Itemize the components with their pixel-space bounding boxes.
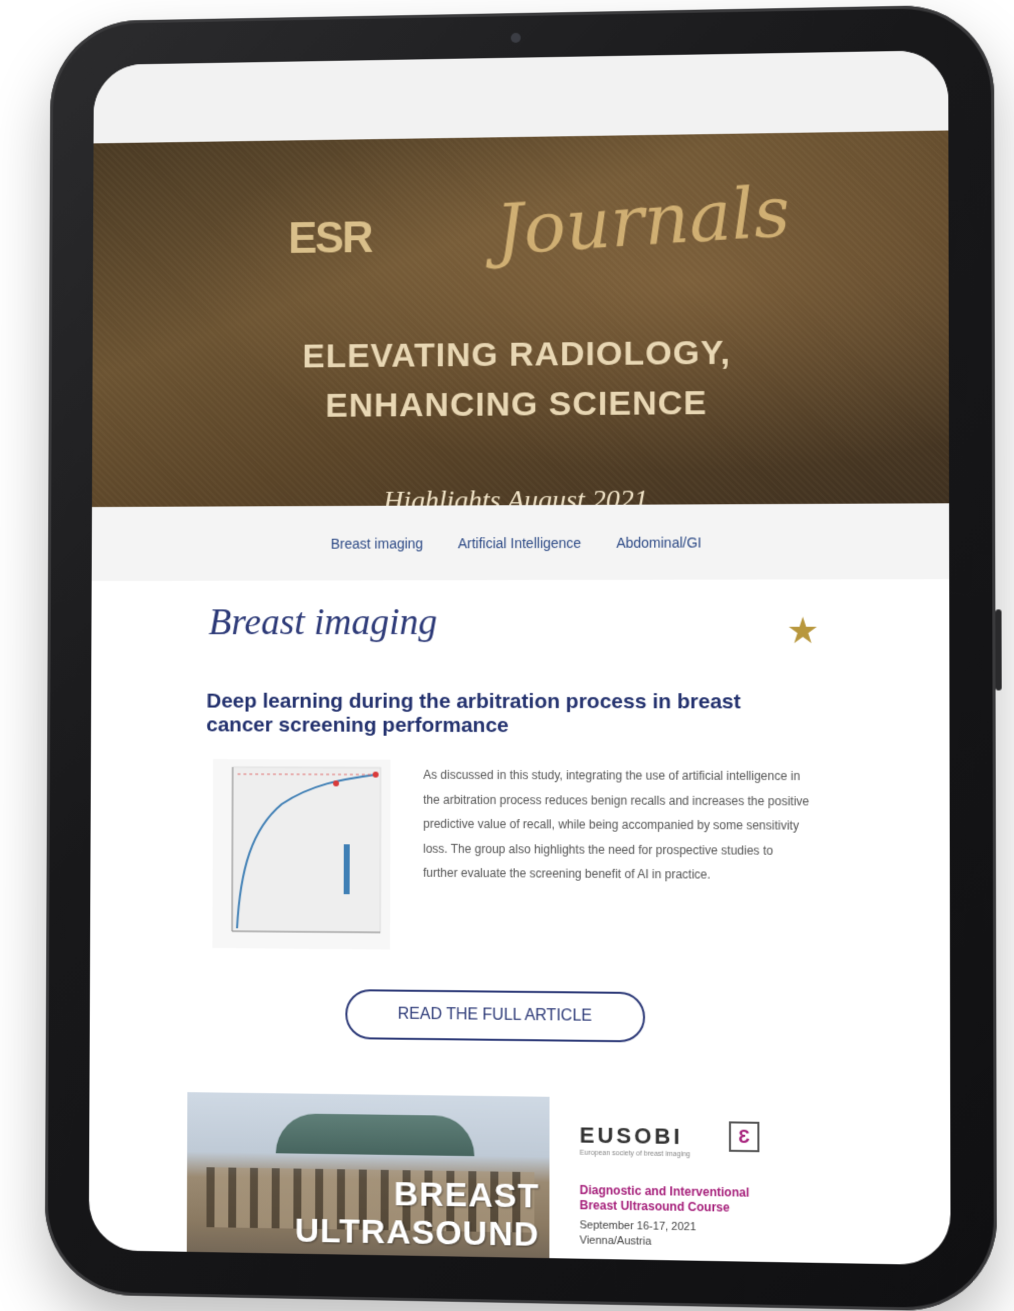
logo-script: Journals: [493, 170, 793, 271]
hero-headline-line1: ELEVATING RADIOLOGY,: [302, 333, 731, 376]
star-icon: ★: [786, 609, 820, 651]
banner-word-breast: BREAST: [393, 1175, 540, 1216]
banner-accent-bar: [186, 1256, 787, 1266]
vienna-opera-photo: BREAST ULTRASOUND: [186, 1092, 550, 1266]
top-strip: [93, 50, 949, 144]
hero-headline-line2: ENHANCING SCIENCE: [325, 384, 708, 425]
eusobi-tagline: European society of breast imaging: [579, 1149, 691, 1159]
camera-dot: [510, 32, 521, 43]
eusobi-mark-icon: Ɛ: [728, 1121, 760, 1153]
read-full-article-button[interactable]: READ THE FULL ARTICLE: [345, 989, 646, 1043]
banner-word-ultrasound: ULTRASOUND: [294, 1211, 540, 1254]
roc-curve-thumbnail: [212, 759, 390, 949]
tablet-device: ESR Journals ELEVATING RADIOLOGY, ENHANC…: [44, 4, 1002, 1311]
course-info: September 16-17, 2021 Vienna/Austria: [580, 1218, 782, 1252]
nav-item-artificial-intelligence[interactable]: Artificial Intelligence: [458, 534, 581, 550]
eusobi-wordmark: EUSOBI: [579, 1122, 683, 1150]
topic-nav: Breast imaging Artificial Intelligence A…: [91, 503, 950, 581]
course-title: Diagnostic and Interventional Breast Ult…: [579, 1182, 750, 1215]
eusobi-logo: EUSOBI Ɛ European society of breast imag…: [580, 1117, 762, 1165]
esr-journals-logo: ESR Journals: [93, 151, 949, 271]
nav-item-abdominal-gi[interactable]: Abdominal/GI: [616, 534, 701, 550]
article-figure: [212, 759, 391, 950]
tablet-screen: ESR Journals ELEVATING RADIOLOGY, ENHANC…: [88, 50, 951, 1266]
building-roof: [275, 1113, 475, 1157]
course-location: Vienna/Austria: [579, 1234, 652, 1248]
article-title[interactable]: Deep learning during the arbitration pro…: [206, 690, 805, 739]
section-title: Breast imaging: [208, 601, 438, 644]
nav-item-breast-imaging[interactable]: Breast imaging: [331, 535, 423, 551]
side-button: [995, 609, 1002, 691]
logo-prefix: ESR: [288, 213, 372, 263]
article-summary: As discussed in this study, integrating …: [423, 767, 810, 882]
course-ad-banner[interactable]: BREAST ULTRASOUND EUSOBI Ɛ European soci…: [186, 1092, 787, 1266]
hero-banner: ESR Journals ELEVATING RADIOLOGY, ENHANC…: [91, 130, 950, 517]
